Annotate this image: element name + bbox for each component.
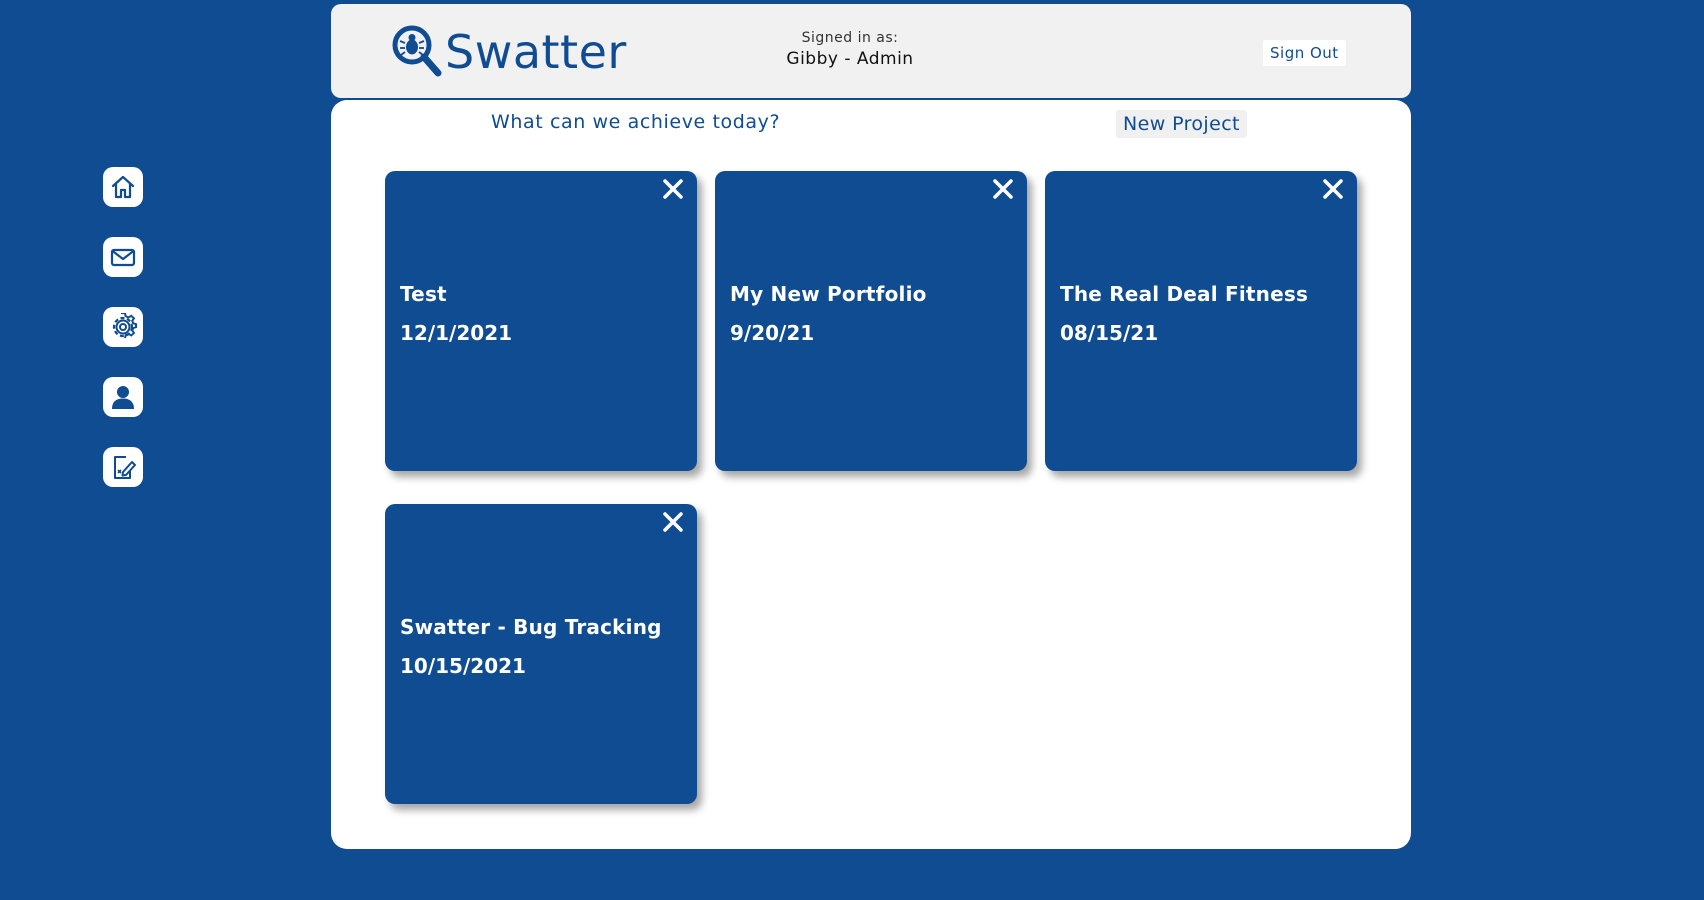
signed-in-info: Signed in as: Gibby - Admin xyxy=(755,30,945,69)
project-title: Swatter - Bug Tracking xyxy=(400,615,662,639)
delete-project-button[interactable] xyxy=(661,177,685,201)
app-name: Swatter xyxy=(445,25,627,79)
user-icon xyxy=(112,386,134,409)
close-icon xyxy=(663,512,683,532)
close-icon xyxy=(663,179,683,199)
edit-document-icon xyxy=(114,456,136,479)
sidebar-item-profile[interactable] xyxy=(103,377,143,417)
project-card[interactable]: My New Portfolio 9/20/21 xyxy=(715,171,1027,471)
project-card[interactable]: Test 12/1/2021 xyxy=(385,171,697,471)
sidebar-nav xyxy=(103,167,143,517)
top-header: Swatter Signed in as: Gibby - Admin Sign… xyxy=(331,4,1411,98)
home-icon xyxy=(111,175,135,199)
project-cards: Test 12/1/2021 My New Portfolio 9/20/21 … xyxy=(385,171,1375,804)
project-title: My New Portfolio xyxy=(730,282,927,306)
sidebar-item-messages[interactable] xyxy=(103,237,143,277)
delete-project-button[interactable] xyxy=(661,510,685,534)
project-card[interactable]: Swatter - Bug Tracking 10/15/2021 xyxy=(385,504,697,804)
close-icon xyxy=(1323,179,1343,199)
app-logo[interactable]: Swatter xyxy=(391,22,627,82)
sidebar-item-edit[interactable] xyxy=(103,447,143,487)
project-date: 12/1/2021 xyxy=(400,321,513,345)
gear-icon xyxy=(112,313,137,339)
signed-in-user: Gibby - Admin xyxy=(786,49,914,69)
project-card[interactable]: The Real Deal Fitness 08/15/21 xyxy=(1045,171,1357,471)
mail-icon xyxy=(110,248,136,267)
new-project-button[interactable]: New Project xyxy=(1116,110,1247,138)
signed-in-label: Signed in as: xyxy=(801,30,899,46)
project-title: The Real Deal Fitness xyxy=(1060,282,1309,306)
bug-magnifier-icon xyxy=(392,25,442,77)
delete-project-button[interactable] xyxy=(991,177,1015,201)
project-date: 10/15/2021 xyxy=(400,654,526,678)
project-date: 08/15/21 xyxy=(1060,321,1159,345)
delete-project-button[interactable] xyxy=(1321,177,1345,201)
projects-panel: What can we achieve today? New Project T… xyxy=(331,100,1411,849)
sign-out-button[interactable]: Sign Out xyxy=(1263,40,1346,66)
page-tagline: What can we achieve today? xyxy=(491,111,781,133)
sidebar-item-home[interactable] xyxy=(103,167,143,207)
close-icon xyxy=(993,179,1013,199)
project-date: 9/20/21 xyxy=(730,321,815,345)
sidebar-item-settings[interactable] xyxy=(103,307,143,347)
project-title: Test xyxy=(400,282,447,306)
